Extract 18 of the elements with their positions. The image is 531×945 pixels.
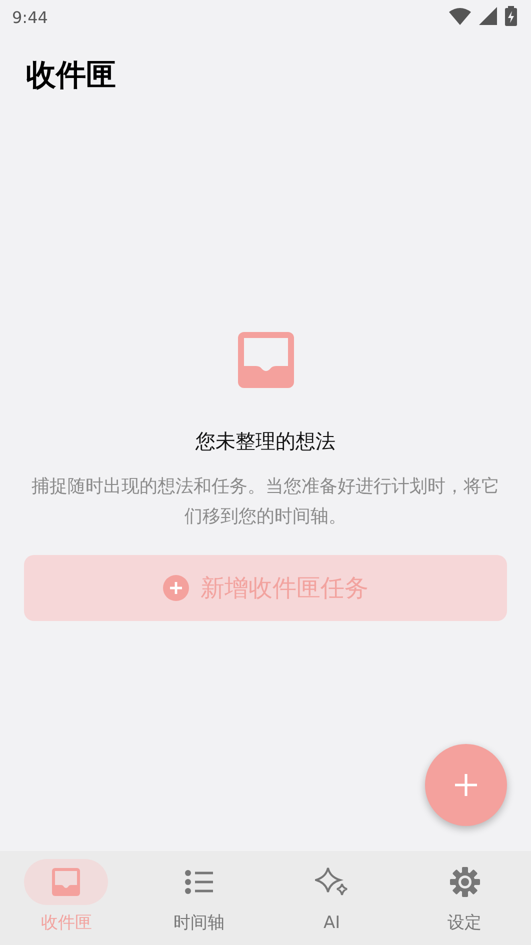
add-button[interactable] [425,744,507,826]
battery-icon [505,6,517,26]
inbox-icon [238,332,294,388]
nav-tab[interactable]: 时间轴 [132,851,266,945]
status-time: 9:44 [12,7,48,29]
plus-icon [454,773,478,797]
sparkle-icon [314,867,349,897]
page-title: 收件匣 [26,58,117,94]
plus-circle-icon [162,575,188,602]
empty-description: 捕捉随时出现的想法和任务。当您准备好进行计划时，将它们移到您的时间轴。 [30,475,500,529]
inbox-icon [52,868,80,896]
signal-icon [479,7,497,25]
wifi-icon [449,8,471,24]
list-icon [185,870,214,894]
nav-tab[interactable]: 设定 [398,851,531,945]
empty-heading: 您未整理的想法 [196,428,336,455]
nav-tab[interactable]: AI [266,851,398,945]
settings-icon [450,867,480,897]
